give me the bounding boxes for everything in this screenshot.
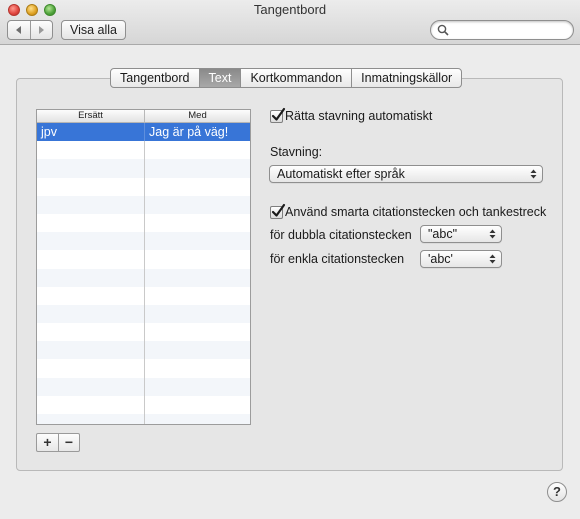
tab-shortcuts[interactable]: Kortkommandon xyxy=(240,69,351,87)
table-row[interactable]: jpv Jag är på väg! xyxy=(37,123,250,142)
checkmark-icon xyxy=(271,203,286,217)
chevron-right-icon xyxy=(39,26,45,34)
window-title: Tangentbord xyxy=(253,2,327,17)
updown-arrows-icon xyxy=(489,254,496,264)
search-field[interactable] xyxy=(430,20,574,40)
with-cell[interactable]: Jag är på väg! xyxy=(145,123,250,141)
tab-text[interactable]: Text xyxy=(198,69,241,87)
add-remove-control: + − xyxy=(36,433,80,452)
auto-spelling-checkbox[interactable] xyxy=(270,107,286,123)
toolbar: Tangentbord Visa alla xyxy=(0,0,580,45)
double-quotes-popup-value: "abc" xyxy=(428,227,458,241)
double-quotes-label: för dubbla citationstecken xyxy=(270,228,412,242)
replace-cell[interactable]: jpv xyxy=(37,123,145,142)
help-button[interactable]: ? xyxy=(547,482,567,502)
empty-row xyxy=(37,232,250,251)
table-body: jpv Jag är på väg! xyxy=(37,123,250,424)
tab-keyboard[interactable]: Tangentbord xyxy=(111,69,199,87)
spelling-popup-value: Automatiskt efter språk xyxy=(277,167,405,181)
auto-spelling-label[interactable]: Rätta stavning automatiskt xyxy=(285,109,432,123)
single-quotes-popup[interactable]: 'abc' xyxy=(420,250,502,268)
empty-row xyxy=(37,177,250,196)
forward-button[interactable] xyxy=(29,21,53,39)
preferences-window: Tangentbord Visa alla Tangentbord Text K… xyxy=(0,0,580,519)
updown-arrows-icon xyxy=(489,229,496,239)
empty-row xyxy=(37,250,250,269)
spelling-label: Stavning: xyxy=(270,145,323,159)
back-forward-control xyxy=(7,20,53,40)
empty-row xyxy=(37,304,250,324)
chevron-left-icon xyxy=(15,26,21,34)
back-button[interactable] xyxy=(8,21,30,39)
show-all-button[interactable]: Visa alla xyxy=(61,20,126,40)
empty-row xyxy=(37,195,250,214)
checkmark-icon xyxy=(271,107,286,121)
single-quotes-popup-value: 'abc' xyxy=(428,252,453,266)
remove-button[interactable]: − xyxy=(58,434,79,451)
empty-row xyxy=(37,323,250,342)
smart-quotes-checkbox[interactable] xyxy=(270,203,286,219)
updown-arrows-icon xyxy=(530,169,537,179)
add-button[interactable]: + xyxy=(37,434,58,451)
empty-row xyxy=(37,414,250,424)
table-header: Ersätt Med xyxy=(37,110,250,123)
tab-input-sources[interactable]: Inmatningskällor xyxy=(351,69,461,87)
empty-row xyxy=(37,359,250,378)
tab-bar: Tangentbord Text Kortkommandon Inmatning… xyxy=(110,68,463,88)
smart-quotes-label[interactable]: Använd smarta citationstecken och tankes… xyxy=(285,205,546,219)
column-header-with[interactable]: Med xyxy=(145,110,250,122)
empty-row xyxy=(37,268,250,287)
empty-row xyxy=(37,159,250,178)
empty-row xyxy=(37,341,250,360)
empty-row xyxy=(37,286,250,305)
single-quotes-label: för enkla citationstecken xyxy=(270,252,405,266)
empty-row xyxy=(37,141,250,160)
empty-row xyxy=(37,395,250,414)
search-icon xyxy=(437,24,449,36)
column-header-replace[interactable]: Ersätt xyxy=(37,110,145,122)
empty-row xyxy=(37,377,250,396)
empty-row xyxy=(37,213,250,233)
double-quotes-popup[interactable]: "abc" xyxy=(420,225,502,243)
text-replacement-table[interactable]: Ersätt Med jpv Jag är på väg! xyxy=(36,109,251,425)
spelling-popup[interactable]: Automatiskt efter språk xyxy=(269,165,543,183)
